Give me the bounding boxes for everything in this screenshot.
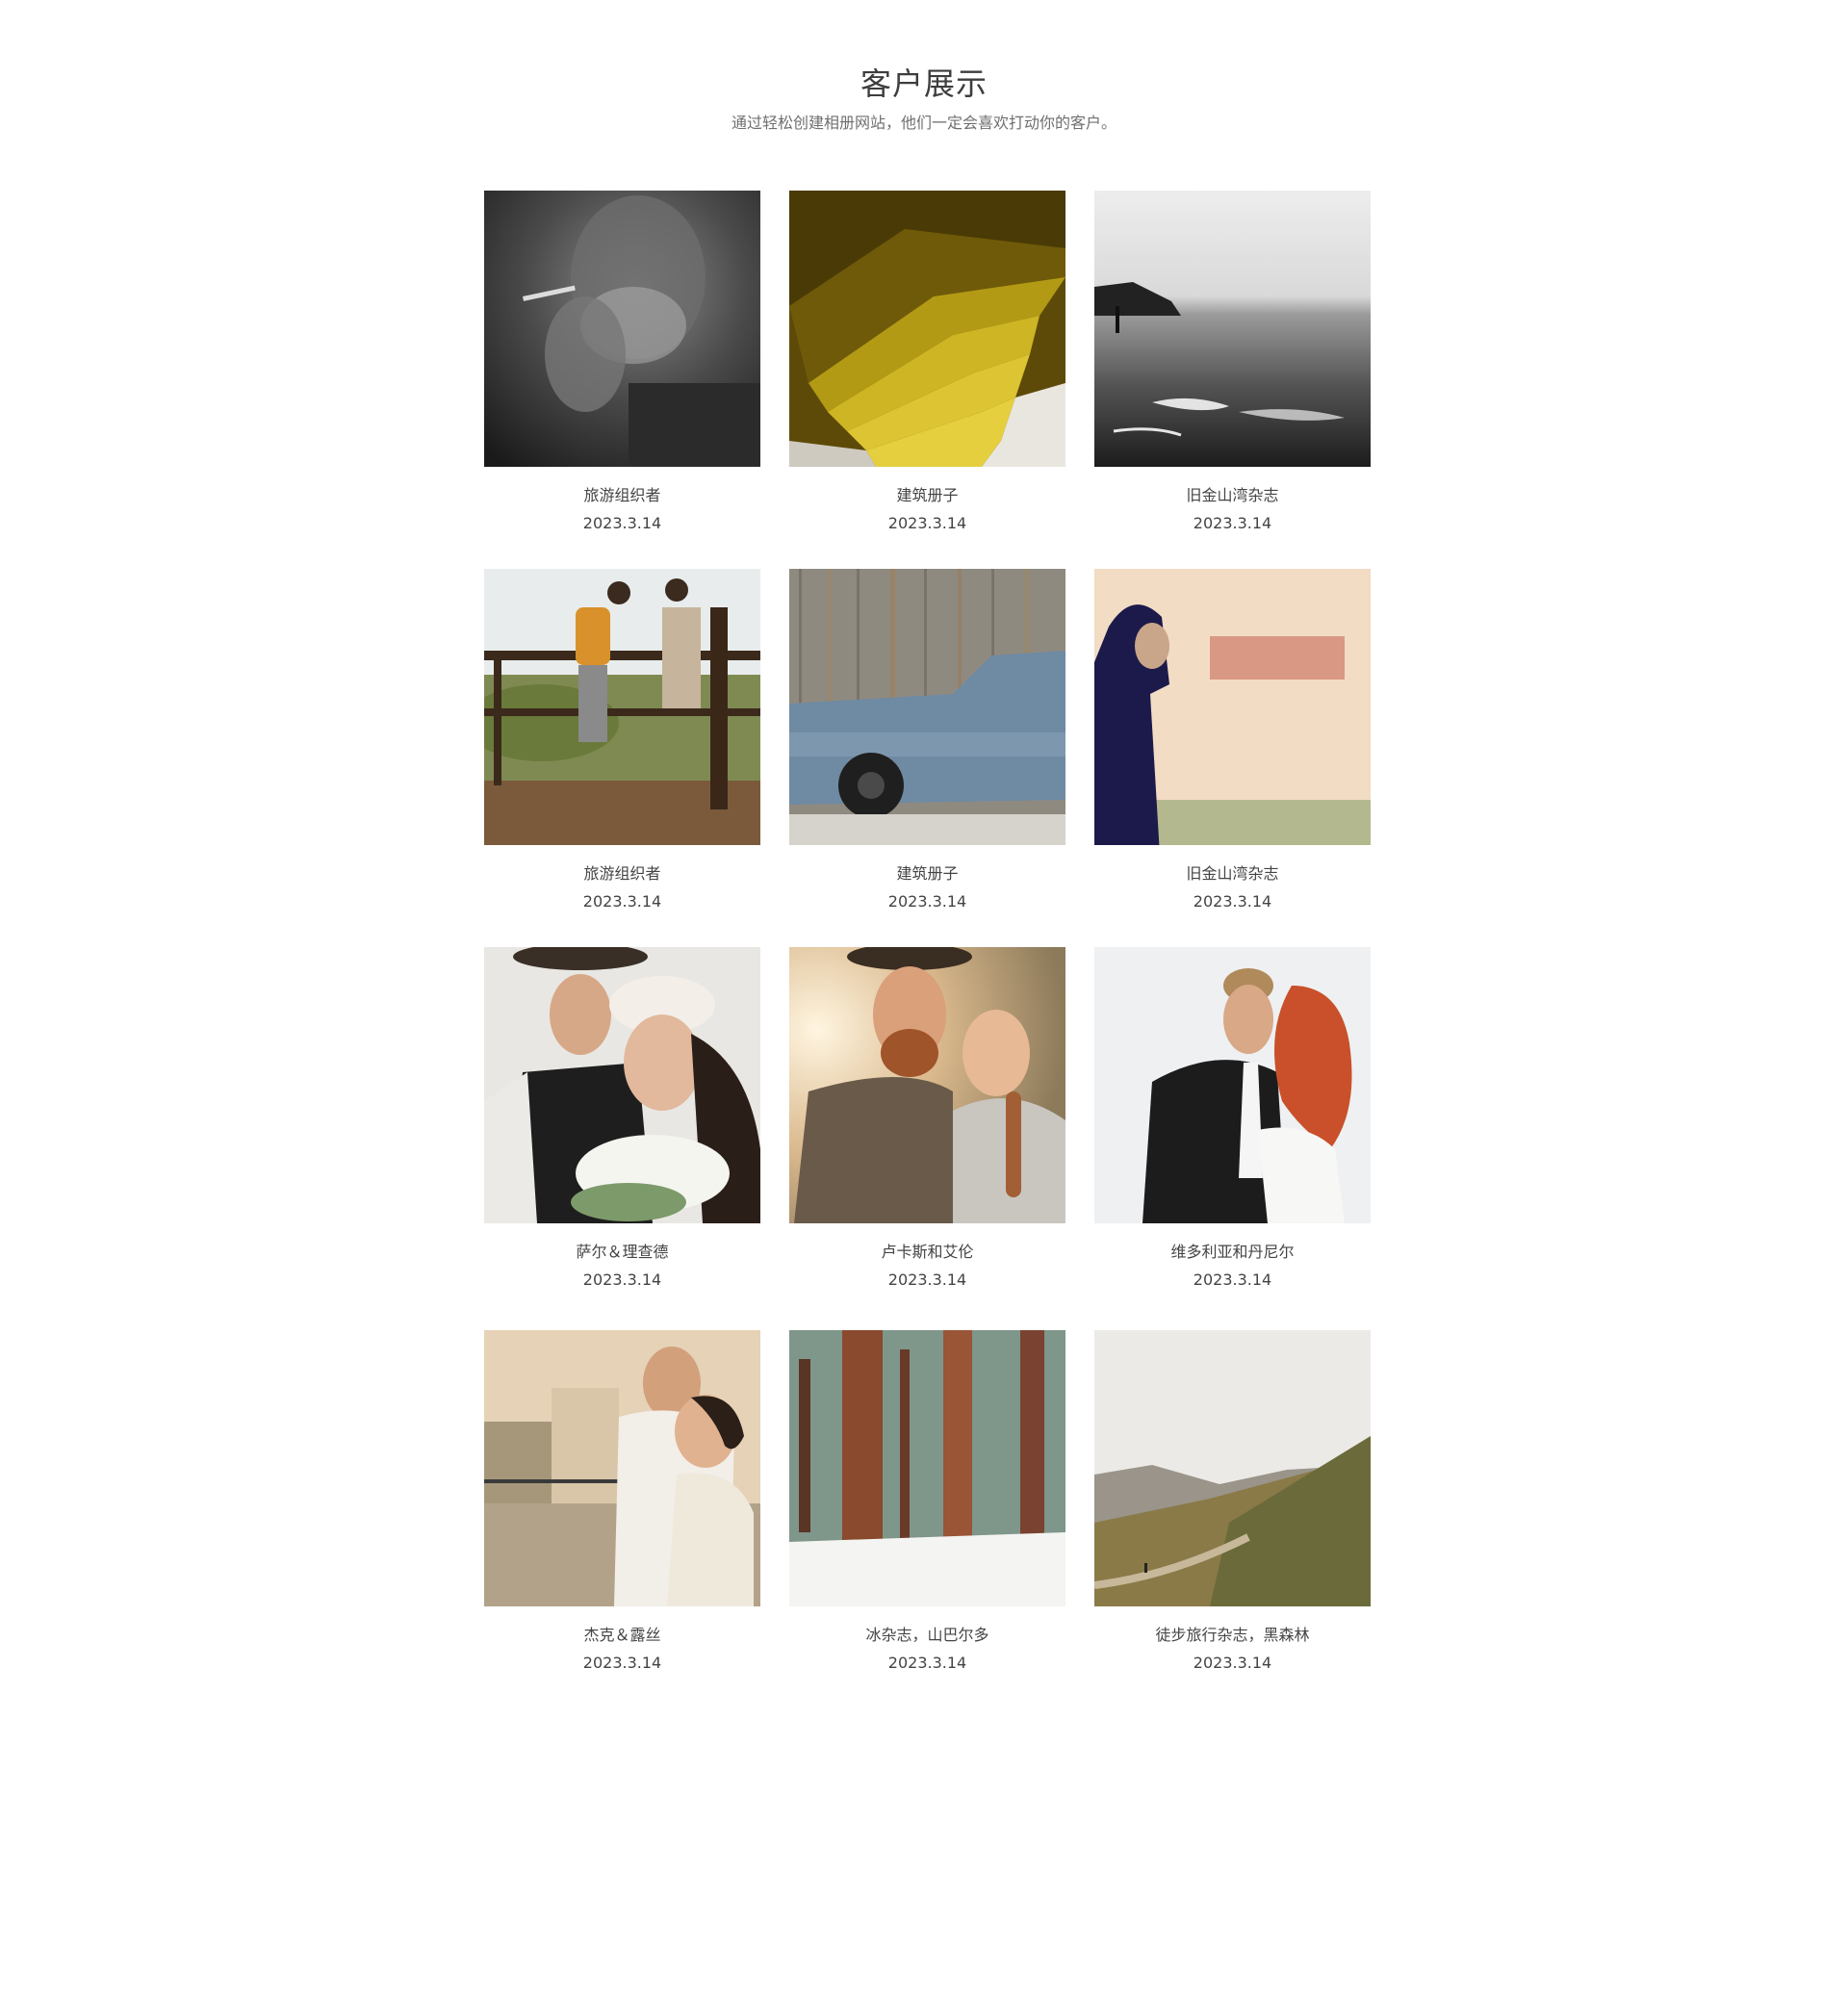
redwood-forest-photo[interactable] (789, 1330, 1065, 1606)
gallery-item[interactable]: 旧金山湾杂志 2023.3.14 (1094, 191, 1371, 534)
hikers-deck-photo[interactable] (484, 569, 760, 845)
couple-flower-crown-photo[interactable] (484, 947, 760, 1223)
mountain-trail-photo[interactable] (1094, 1330, 1371, 1606)
item-title: 建筑册子 (896, 486, 959, 504)
item-date: 2023.3.14 (582, 1270, 662, 1289)
section-header: 客户展示 通过轻松创建相册网站，他们一定会喜欢打动你的客户。 (0, 60, 1848, 135)
item-date: 2023.3.14 (1193, 514, 1272, 532)
item-date: 2023.3.14 (887, 892, 967, 911)
gallery-item[interactable]: 维多利亚和丹尼尔 2023.3.14 (1094, 947, 1371, 1291)
old-man-smoking-photo[interactable] (484, 191, 760, 467)
item-title: 旅游组织者 (583, 864, 661, 883)
gallery-item[interactable]: 旧金山湾杂志 2023.3.14 (1094, 569, 1371, 912)
yellow-staircase-photo[interactable] (789, 191, 1065, 467)
item-title: 建筑册子 (896, 864, 959, 883)
item-date: 2023.3.14 (887, 1654, 967, 1672)
gallery-item[interactable]: 卢卡斯和艾伦 2023.3.14 (789, 947, 1065, 1291)
item-title: 萨尔＆理查德 (576, 1243, 669, 1261)
page: 客户展示 通过轻松创建相册网站，他们一定会喜欢打动你的客户。 旅游组织者 202… (0, 0, 1848, 2002)
gallery-item[interactable]: 杰克＆露丝 2023.3.14 (484, 1330, 760, 1674)
item-date: 2023.3.14 (1193, 1270, 1272, 1289)
item-title: 旅游组织者 (583, 486, 661, 504)
gallery-item[interactable]: 建筑册子 2023.3.14 (789, 191, 1065, 534)
item-date: 2023.3.14 (1193, 1654, 1272, 1672)
gallery-item[interactable]: 徒步旅行杂志，黑森林 2023.3.14 (1094, 1330, 1371, 1674)
gallery-item[interactable]: 冰杂志，山巴尔多 2023.3.14 (789, 1330, 1065, 1674)
gallery-item[interactable]: 旅游组织者 2023.3.14 (484, 569, 760, 912)
page-subtitle: 通过轻松创建相册网站，他们一定会喜欢打动你的客户。 (731, 114, 1116, 132)
man-hoodie-photo[interactable] (1094, 569, 1371, 845)
gallery-item[interactable]: 旅游组织者 2023.3.14 (484, 191, 760, 534)
item-date: 2023.3.14 (887, 1270, 967, 1289)
item-date: 2023.3.14 (582, 1654, 662, 1672)
page-title: 客户展示 (860, 65, 988, 102)
item-date: 2023.3.14 (582, 892, 662, 911)
smiling-couple-photo[interactable] (789, 947, 1065, 1223)
item-title: 旧金山湾杂志 (1186, 486, 1279, 504)
gallery-item[interactable]: 萨尔＆理查德 2023.3.14 (484, 947, 760, 1291)
item-title: 卢卡斯和艾伦 (881, 1243, 974, 1261)
item-title: 旧金山湾杂志 (1186, 864, 1279, 883)
item-date: 2023.3.14 (887, 514, 967, 532)
gallery-item[interactable]: 建筑册子 2023.3.14 (789, 569, 1065, 912)
item-title: 徒步旅行杂志，黑森林 (1155, 1626, 1310, 1644)
item-date: 2023.3.14 (582, 514, 662, 532)
beach-surfer-photo[interactable] (1094, 191, 1371, 467)
wedding-couple-photo[interactable] (1094, 947, 1371, 1223)
item-date: 2023.3.14 (1193, 892, 1272, 911)
item-title: 维多利亚和丹尼尔 (1170, 1243, 1295, 1261)
item-title: 杰克＆露丝 (583, 1626, 661, 1644)
couple-rooftop-photo[interactable] (484, 1330, 760, 1606)
vintage-car-photo[interactable] (789, 569, 1065, 845)
item-title: 冰杂志，山巴尔多 (865, 1626, 989, 1644)
